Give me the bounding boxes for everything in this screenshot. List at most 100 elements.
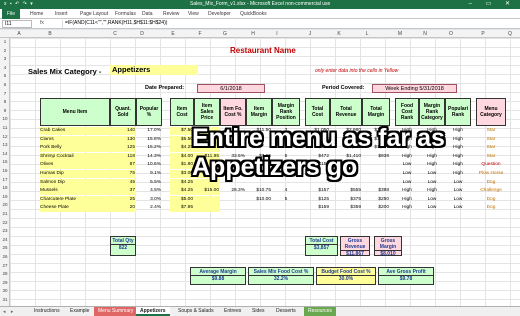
row-header[interactable]: 3 <box>0 56 10 61</box>
row-header[interactable]: 12 <box>0 134 10 139</box>
cell-qty[interactable]: 75 <box>110 170 136 178</box>
cell-margin-rank[interactable]: Low <box>419 196 445 204</box>
sheet-tab[interactable]: Soups & Salads <box>174 307 218 316</box>
cell-price[interactable]: $15.00 <box>194 187 220 196</box>
cell-rank[interactable]: 5 <box>272 196 300 204</box>
cell-menu-item[interactable]: Crab Cakes <box>40 127 110 135</box>
row-header[interactable]: 23 <box>0 228 10 233</box>
cell-popular[interactable]: 15.8% <box>136 136 162 144</box>
cell-cost[interactable]: $5.50 <box>170 135 194 144</box>
row-header[interactable]: 17 <box>0 177 10 182</box>
cell-pop-rank[interactable]: High <box>445 161 471 169</box>
row-header[interactable]: 11 <box>0 125 10 130</box>
row-header[interactable]: 10 <box>0 116 10 121</box>
cell-qty[interactable]: 118 <box>110 152 136 161</box>
row-header[interactable]: 8 <box>0 99 10 104</box>
column-header[interactable]: D <box>137 31 147 37</box>
sheet-tab[interactable]: Resources <box>304 307 336 316</box>
cell-total-margin[interactable]: $938 <box>362 153 390 161</box>
tab-review[interactable]: Review <box>163 11 179 17</box>
cell-category[interactable]: Challenge <box>476 187 506 195</box>
cell-pop-rank[interactable]: High <box>445 170 471 178</box>
cell-margin-rank[interactable]: Low <box>419 170 445 178</box>
tab-formulas[interactable]: Formulas <box>115 11 136 17</box>
cell-pop-rank[interactable]: Low <box>445 179 471 187</box>
cell-total-margin[interactable] <box>362 170 390 178</box>
cell-qty[interactable]: 37 <box>110 187 136 196</box>
cell-price[interactable] <box>194 204 220 213</box>
tab-data[interactable]: Data <box>142 11 153 17</box>
cell-popular[interactable]: 10.6% <box>136 161 162 169</box>
tab-view[interactable]: View <box>188 11 199 17</box>
cell-popular[interactable]: 15.2% <box>136 144 162 152</box>
cell-popular[interactable]: 3.0% <box>136 196 162 204</box>
cell-menu-item[interactable]: Charcutere Plate <box>40 195 110 204</box>
row-header[interactable]: 24 <box>0 237 10 242</box>
cell-cost[interactable]: $1.80 <box>170 161 194 170</box>
column-header[interactable]: N <box>420 31 430 37</box>
column-header[interactable]: Q <box>505 31 515 37</box>
column-header[interactable]: E <box>168 31 178 37</box>
cell-fc-rank[interactable]: High <box>395 204 419 212</box>
cell-fc-rank[interactable]: Low <box>395 179 419 187</box>
cell-price[interactable] <box>194 195 220 204</box>
column-header[interactable]: K <box>334 31 344 37</box>
cell-popular[interactable]: 9.1% <box>136 170 162 178</box>
cell-popular[interactable]: 14.3% <box>136 153 162 161</box>
row-header[interactable]: 31 <box>0 297 10 302</box>
cell-fc-rank[interactable]: High <box>395 187 419 195</box>
row-header[interactable]: 20 <box>0 202 10 207</box>
sheet-tab[interactable]: Entrees <box>220 307 245 316</box>
cell-pop-rank[interactable]: Low <box>445 204 471 212</box>
cell-rank[interactable] <box>272 204 300 212</box>
cell-category[interactable]: Star <box>476 136 506 144</box>
cell-popular[interactable]: 17.0% <box>136 127 162 135</box>
cell-margin[interactable] <box>246 204 272 212</box>
cell-total-rev[interactable]: $555 <box>330 187 362 195</box>
row-header[interactable]: 19 <box>0 194 10 199</box>
cell-popular[interactable]: 4.5% <box>136 187 162 195</box>
cell-menu-item[interactable]: Pork Belly <box>40 144 110 153</box>
cell-food-cost[interactable] <box>220 196 246 204</box>
cell-cost[interactable]: $7.50 <box>170 127 194 135</box>
cell-total-cost[interactable]: $157 <box>305 187 330 195</box>
row-header[interactable]: 7 <box>0 91 10 96</box>
cell-qty[interactable]: 45 <box>110 178 136 187</box>
window-controls[interactable]: – ▭ ✕ <box>469 0 516 7</box>
cell-food-cost[interactable]: 28.3% <box>220 187 246 195</box>
column-header[interactable]: G <box>220 31 230 37</box>
cell-qty[interactable]: 20 <box>110 204 136 213</box>
budget-food-cost-value[interactable]: 30.0% <box>317 275 375 282</box>
cell-total-margin[interactable] <box>362 161 390 169</box>
quick-access-toolbar[interactable]: x ▪ ↶ ↷ ▾ <box>4 1 34 7</box>
cell-fc-rank[interactable]: High <box>395 196 419 204</box>
column-header[interactable]: J <box>305 31 315 37</box>
sheet-tab[interactable]: Menu Summary <box>94 307 138 316</box>
cell-menu-item[interactable]: Humas Dip <box>40 170 110 178</box>
sheet-nav-arrows[interactable]: ◂ ▸ <box>3 309 15 315</box>
cell-pop-rank[interactable]: High <box>445 136 471 144</box>
sheet-tab[interactable]: Appetizers <box>136 307 170 316</box>
period-covered-value[interactable]: Week Ending 5/31/2018 <box>372 84 457 93</box>
row-header[interactable]: 15 <box>0 159 10 164</box>
cell-margin-rank[interactable]: High <box>419 161 445 169</box>
cell-pop-rank[interactable]: Low <box>445 196 471 204</box>
cell-pop-rank[interactable]: High <box>445 153 471 161</box>
cell-cost[interactable]: $3.00 <box>170 170 194 178</box>
column-header[interactable]: P <box>478 31 488 37</box>
column-header[interactable]: F <box>195 31 205 37</box>
cell-cost[interactable]: $4.25 <box>170 178 194 187</box>
tab-developer[interactable]: Developer <box>208 11 231 17</box>
sheet-tab[interactable]: Example <box>66 307 93 316</box>
cell-menu-item[interactable]: Salmon Dip <box>40 178 110 187</box>
fx-icon[interactable]: fx <box>40 20 44 26</box>
cell-food-cost[interactable] <box>220 204 246 212</box>
cell-menu-item[interactable]: Shrimp Cocktail <box>40 152 110 161</box>
tab-page-layout[interactable]: Page Layout <box>80 11 108 17</box>
tab-insert[interactable]: Insert <box>55 11 68 17</box>
cell-qty[interactable]: 125 <box>110 144 136 153</box>
cell-category[interactable]: Question <box>476 161 506 169</box>
cell-rank[interactable]: 4 <box>272 187 300 195</box>
cell-category[interactable]: Star <box>476 127 506 135</box>
row-header[interactable]: 13 <box>0 142 10 147</box>
